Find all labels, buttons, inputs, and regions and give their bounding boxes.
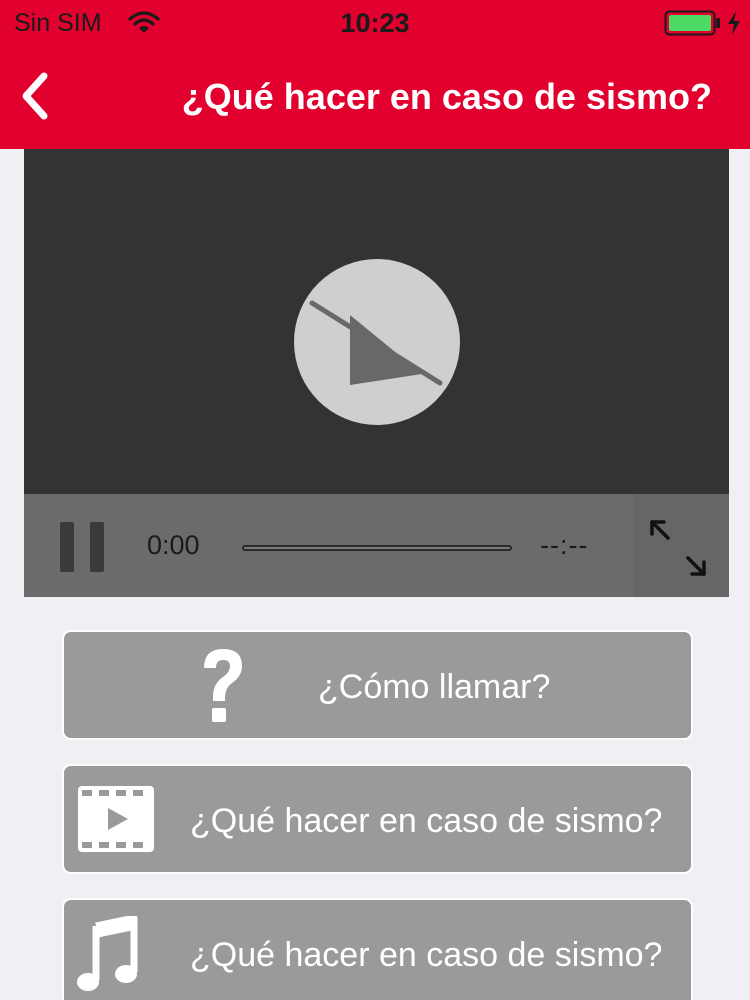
status-clock: 10:23 (340, 8, 410, 38)
current-time: 0:00 (147, 530, 200, 560)
charging-bolt-icon (726, 10, 742, 41)
player-controls: 0:00 --:-- (24, 494, 729, 597)
progress-scrubber[interactable] (242, 545, 512, 551)
menu-item-como-llamar[interactable]: ¿Cómo llamar? (62, 630, 693, 740)
menu-item-label: ¿Qué hacer en caso de sismo? (190, 802, 663, 840)
fullscreen-button[interactable] (634, 494, 729, 597)
page-title: ¿Qué hacer en caso de sismo? (181, 76, 712, 117)
nav-bar: ¿Qué hacer en caso de sismo? (0, 46, 750, 149)
status-bar: Sin SIM 10:23 (0, 0, 750, 46)
remaining-time: --:-- (540, 530, 589, 560)
menu-item-label: ¿Cómo llamar? (318, 668, 551, 706)
video-film-icon (76, 784, 156, 854)
chevron-left-icon (22, 72, 48, 120)
pause-button[interactable] (60, 522, 110, 572)
pause-icon (60, 522, 74, 572)
music-note-icon (76, 914, 140, 996)
app-header: Sin SIM 10:23 ¿Qué hacer en caso de sism… (0, 0, 750, 149)
play-disabled-icon (309, 300, 443, 386)
back-button[interactable] (10, 68, 66, 124)
progress-track (244, 547, 510, 549)
menu-item-audio-sismo[interactable]: ¿Qué hacer en caso de sismo? (62, 898, 693, 1000)
question-mark-icon (198, 646, 248, 726)
fullscreen-expand-icon (650, 520, 706, 576)
pause-icon (90, 522, 104, 572)
battery-icon (664, 10, 722, 41)
video-player[interactable]: 0:00 --:-- (24, 149, 729, 597)
menu-item-label: ¿Qué hacer en caso de sismo? (190, 936, 663, 974)
menu-item-video-sismo[interactable]: ¿Qué hacer en caso de sismo? (62, 764, 693, 874)
play-button[interactable] (294, 259, 460, 425)
